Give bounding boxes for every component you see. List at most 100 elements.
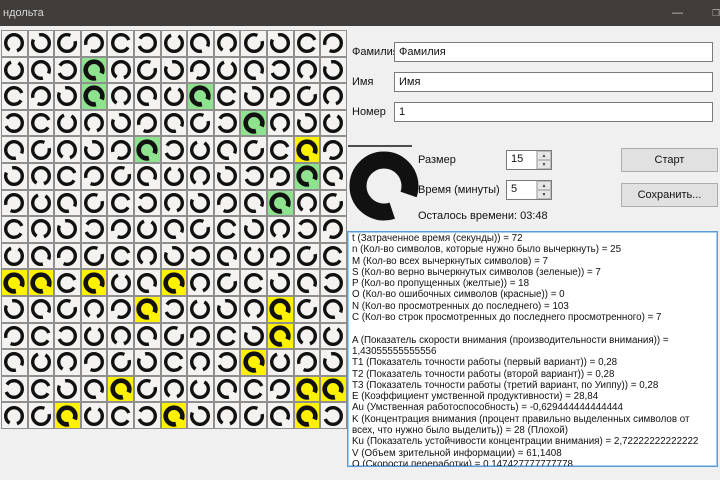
grid-cell[interactable] xyxy=(107,56,134,84)
grid-cell[interactable] xyxy=(266,375,294,403)
grid-cell[interactable] xyxy=(187,349,214,376)
grid-cell[interactable] xyxy=(54,349,81,376)
grid-cell[interactable] xyxy=(107,402,134,429)
grid-cell[interactable] xyxy=(107,109,134,137)
grid-cell[interactable] xyxy=(54,30,81,57)
grid-cell[interactable] xyxy=(320,216,347,243)
size-down-arrow-icon[interactable]: ▼ xyxy=(537,160,551,169)
number-input[interactable] xyxy=(394,102,713,122)
grid-cell[interactable] xyxy=(266,189,294,217)
grid-cell[interactable] xyxy=(80,402,108,429)
grid-cell[interactable] xyxy=(107,295,134,323)
grid-cell[interactable] xyxy=(266,402,294,429)
grid-cell[interactable] xyxy=(320,56,347,84)
save-button[interactable]: Сохранить... xyxy=(621,183,718,207)
grid-cell[interactable] xyxy=(27,402,55,429)
grid-cell[interactable] xyxy=(27,162,55,190)
grid-cell[interactable] xyxy=(240,269,267,296)
grid-cell[interactable] xyxy=(133,216,161,243)
grid-cell[interactable] xyxy=(240,109,267,137)
grid-cell[interactable] xyxy=(293,30,321,57)
grid-cell[interactable] xyxy=(240,56,267,84)
grid-cell[interactable] xyxy=(293,162,321,190)
grid-cell[interactable] xyxy=(293,295,321,323)
grid-cell[interactable] xyxy=(266,269,294,296)
grid-cell[interactable] xyxy=(54,322,81,350)
grid-cell[interactable] xyxy=(293,56,321,84)
grid-cell[interactable] xyxy=(27,269,55,296)
surname-input[interactable] xyxy=(394,42,713,62)
time-down-arrow-icon[interactable]: ▼ xyxy=(537,190,551,199)
grid-cell[interactable] xyxy=(27,349,55,376)
grid-cell[interactable] xyxy=(1,216,28,243)
grid-cell[interactable] xyxy=(54,269,81,296)
grid-cell[interactable] xyxy=(80,162,108,190)
grid-cell[interactable] xyxy=(54,83,81,110)
grid-cell[interactable] xyxy=(133,242,161,270)
grid-cell[interactable] xyxy=(266,83,294,110)
grid-cell[interactable] xyxy=(54,216,81,243)
grid-cell[interactable] xyxy=(80,295,108,323)
grid-cell[interactable] xyxy=(80,216,108,243)
grid-cell[interactable] xyxy=(293,375,321,403)
grid-cell[interactable] xyxy=(213,189,241,217)
grid-cell[interactable] xyxy=(107,349,134,376)
size-stepper[interactable]: 15 ▲ ▼ xyxy=(506,150,552,170)
grid-cell[interactable] xyxy=(27,322,55,350)
grid-cell[interactable] xyxy=(293,136,321,163)
grid-cell[interactable] xyxy=(54,242,81,270)
grid-cell[interactable] xyxy=(54,402,81,429)
grid-cell[interactable] xyxy=(213,349,241,376)
grid-cell[interactable] xyxy=(266,56,294,84)
grid-cell[interactable] xyxy=(133,136,161,163)
grid-cell[interactable] xyxy=(133,402,161,429)
grid-cell[interactable] xyxy=(240,242,267,270)
grid-cell[interactable] xyxy=(266,109,294,137)
grid-cell[interactable] xyxy=(240,322,267,350)
grid-cell[interactable] xyxy=(27,375,55,403)
grid-cell[interactable] xyxy=(1,349,28,376)
grid-cell[interactable] xyxy=(187,242,214,270)
grid-cell[interactable] xyxy=(320,83,347,110)
grid-cell[interactable] xyxy=(293,83,321,110)
grid-cell[interactable] xyxy=(213,56,241,84)
grid-cell[interactable] xyxy=(107,269,134,296)
grid-cell[interactable] xyxy=(293,349,321,376)
grid-cell[interactable] xyxy=(1,189,28,217)
grid-cell[interactable] xyxy=(320,402,347,429)
grid-cell[interactable] xyxy=(213,295,241,323)
grid-cell[interactable] xyxy=(1,322,28,350)
grid-cell[interactable] xyxy=(54,136,81,163)
grid-cell[interactable] xyxy=(293,322,321,350)
grid-cell[interactable] xyxy=(240,189,267,217)
grid-cell[interactable] xyxy=(240,349,267,376)
grid-cell[interactable] xyxy=(293,402,321,429)
grid-cell[interactable] xyxy=(320,189,347,217)
grid-cell[interactable] xyxy=(266,349,294,376)
grid-cell[interactable] xyxy=(1,295,28,323)
grid-cell[interactable] xyxy=(160,402,188,429)
grid-cell[interactable] xyxy=(80,56,108,84)
grid-cell[interactable] xyxy=(80,322,108,350)
grid-cell[interactable] xyxy=(133,56,161,84)
grid-cell[interactable] xyxy=(107,216,134,243)
grid-cell[interactable] xyxy=(160,322,188,350)
grid-cell[interactable] xyxy=(54,162,81,190)
start-button[interactable]: Старт xyxy=(621,148,718,172)
grid-cell[interactable] xyxy=(266,30,294,57)
grid-cell[interactable] xyxy=(80,83,108,110)
grid-cell[interactable] xyxy=(54,109,81,137)
grid-cell[interactable] xyxy=(54,189,81,217)
grid-cell[interactable] xyxy=(27,189,55,217)
grid-cell[interactable] xyxy=(107,242,134,270)
grid-cell[interactable] xyxy=(187,30,214,57)
grid-cell[interactable] xyxy=(80,30,108,57)
grid-cell[interactable] xyxy=(213,375,241,403)
grid-cell[interactable] xyxy=(1,109,28,137)
grid-cell[interactable] xyxy=(133,162,161,190)
grid-cell[interactable] xyxy=(213,402,241,429)
grid-cell[interactable] xyxy=(320,269,347,296)
grid-cell[interactable] xyxy=(27,83,55,110)
results-textbox[interactable]: t (Затраченное время (секунды)) = 72 n (К… xyxy=(347,231,718,467)
grid-cell[interactable] xyxy=(213,109,241,137)
